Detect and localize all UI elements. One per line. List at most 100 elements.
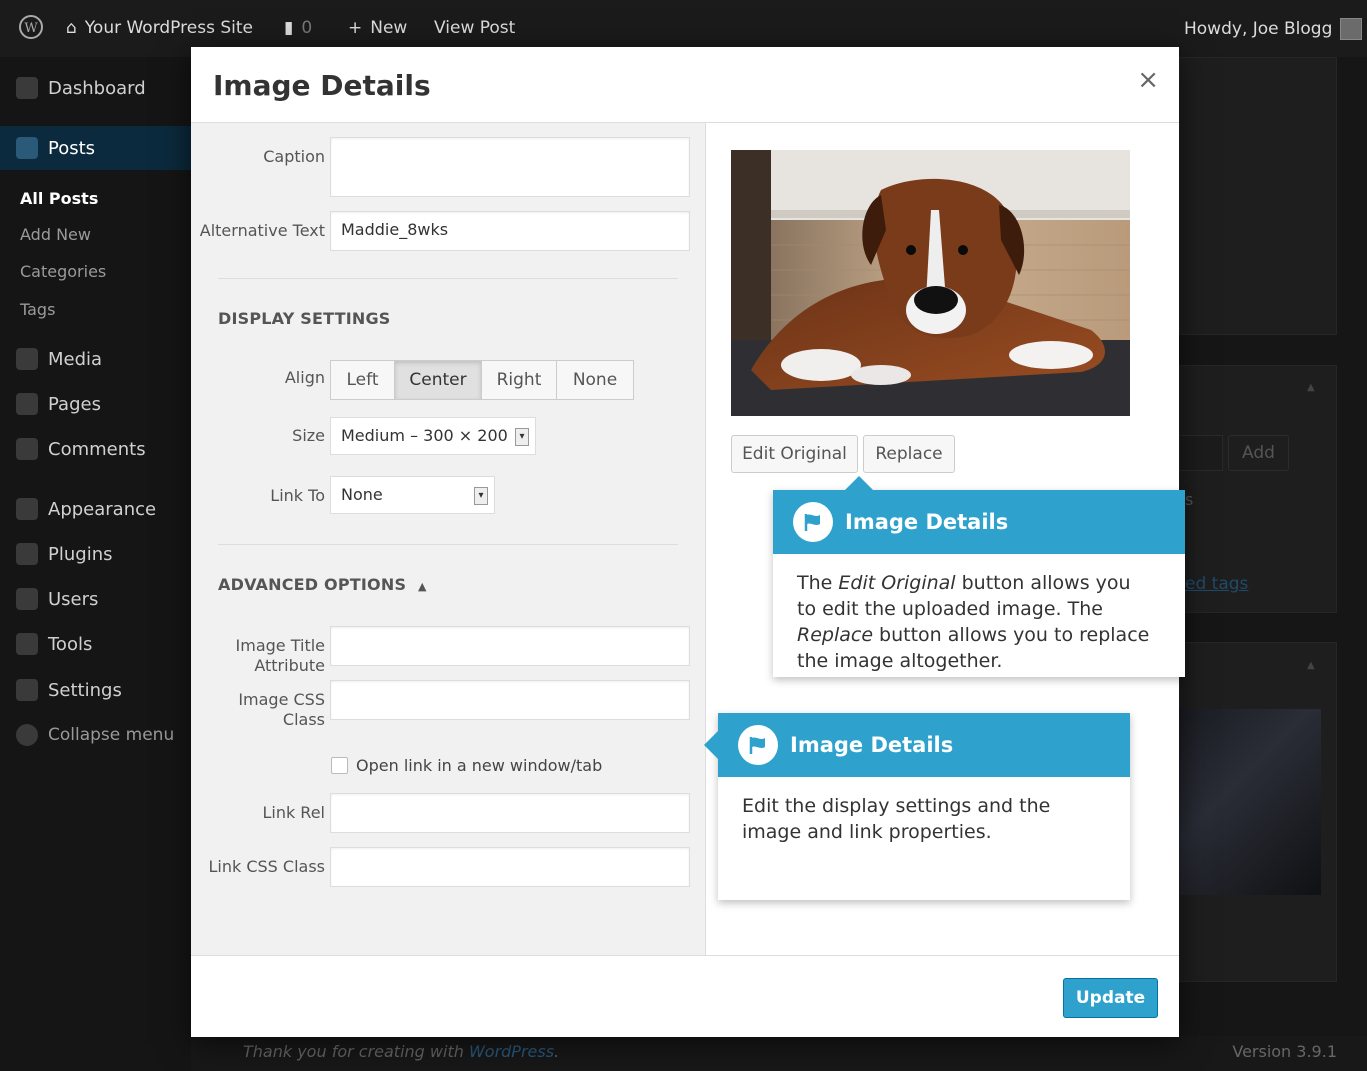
view-post-link[interactable]: View Post: [434, 18, 515, 38]
image-css-label: Image CSS Class: [238, 690, 325, 729]
background-add-button: Add: [1228, 435, 1289, 471]
align-right-button[interactable]: Right: [481, 360, 557, 400]
align-none-button[interactable]: None: [556, 360, 634, 400]
collapse-icon: [16, 724, 38, 746]
settings-icon: [16, 679, 38, 701]
dashboard-icon: [16, 77, 38, 99]
plus-icon: +: [348, 18, 363, 38]
link-to-label: Link To: [270, 486, 325, 505]
sidebar-item-dashboard[interactable]: Dashboard: [0, 66, 191, 110]
sidebar-item-appearance[interactable]: Appearance: [0, 487, 191, 531]
divider: [218, 278, 678, 279]
new-window-checkbox[interactable]: [331, 757, 348, 774]
media-icon: [16, 348, 38, 370]
align-center-button[interactable]: Center: [394, 360, 482, 400]
modal-title: Image Details: [213, 69, 431, 102]
comments-link[interactable]: ▮ 0: [284, 18, 312, 38]
version-text: Version 3.9.1: [1232, 1042, 1337, 1061]
pointer-arrow-icon: [845, 476, 873, 490]
sidebar-item-users[interactable]: Users: [0, 577, 191, 621]
site-name-link[interactable]: ⌂ Your WordPress Site: [66, 18, 253, 38]
background-input: [1179, 435, 1223, 471]
collapse-menu-button[interactable]: Collapse menu: [0, 713, 191, 757]
sidebar-item-tools[interactable]: Tools: [0, 622, 191, 666]
wordpress-link[interactable]: WordPress: [469, 1042, 554, 1061]
comments-icon: [16, 438, 38, 460]
submenu-add-new[interactable]: Add New: [20, 225, 91, 244]
link-rel-field[interactable]: [330, 793, 690, 833]
image-css-field[interactable]: [330, 680, 690, 720]
background-content: Add s ed tags ▲ ▲: [1179, 57, 1367, 1071]
link-to-select[interactable]: None ▾: [330, 476, 495, 514]
background-text: s: [1185, 490, 1194, 509]
replace-button[interactable]: Replace: [863, 435, 955, 473]
new-window-label: Open link in a new window/tab: [356, 756, 603, 775]
wordpress-logo-icon[interactable]: W: [18, 14, 44, 40]
link-rel-label: Link Rel: [262, 803, 325, 822]
admin-sidebar: Dashboard Posts All Posts Add New Catego…: [0, 57, 191, 1071]
caption-field[interactable]: [330, 137, 690, 197]
plug-icon: [16, 543, 38, 565]
background-panel: [1179, 57, 1337, 335]
sidebar-item-comments[interactable]: Comments: [0, 427, 191, 471]
avatar: [1340, 18, 1363, 40]
update-button[interactable]: Update: [1063, 978, 1158, 1018]
users-icon: [16, 588, 38, 610]
toggle-arrow-icon: ▲: [1307, 382, 1315, 393]
background-tags-link: ed tags: [1185, 574, 1249, 594]
help-pointer-top: Image Details The Edit Original button a…: [773, 476, 1185, 677]
sidebar-item-plugins[interactable]: Plugins: [0, 532, 191, 576]
align-label: Align: [284, 368, 325, 387]
caret-up-icon: ▲: [417, 580, 427, 593]
image-preview: [731, 150, 1130, 416]
edit-original-button[interactable]: Edit Original: [731, 435, 858, 473]
image-details-modal: Image Details × Caption Alternative Text…: [191, 47, 1185, 1037]
modal-header: Image Details ×: [191, 47, 1179, 123]
account-menu[interactable]: Howdy, Joe Blogg: [1184, 18, 1363, 40]
svg-text:W: W: [24, 21, 38, 36]
flag-icon: [738, 725, 778, 765]
dropdown-arrow-icon: ▾: [515, 428, 529, 446]
alt-text-label: Alternative Text: [199, 221, 325, 240]
image-title-label: Image Title Attribute: [235, 636, 325, 675]
sidebar-item-posts[interactable]: Posts: [0, 126, 191, 170]
admin-footer: Thank you for creating with WordPress. V…: [191, 1036, 1367, 1071]
close-icon[interactable]: ×: [1137, 65, 1159, 95]
toggle-arrow-icon: ▲: [1307, 660, 1315, 671]
caption-label: Caption: [263, 147, 325, 166]
pointer-body: The Edit Original button allows you to e…: [797, 572, 1150, 672]
link-css-field[interactable]: [330, 847, 690, 887]
wrench-icon: [16, 633, 38, 655]
align-button-group: Left Center Right None: [330, 360, 634, 400]
alt-text-field[interactable]: Maddie_8wks: [330, 211, 690, 251]
sidebar-item-settings[interactable]: Settings: [0, 668, 191, 712]
comment-bubble-icon: ▮: [284, 18, 294, 38]
pointer-body: Edit the display settings and the image …: [742, 795, 1051, 843]
submenu-categories[interactable]: Categories: [20, 262, 106, 281]
new-content-link[interactable]: + New: [348, 18, 407, 38]
help-pointer-bottom: Image Details Edit the display settings …: [704, 713, 1130, 900]
brush-icon: [16, 498, 38, 520]
size-label: Size: [292, 426, 325, 445]
pointer-header: Image Details: [718, 713, 1130, 777]
advanced-options-toggle[interactable]: ADVANCED OPTIONS ▲: [218, 575, 427, 594]
submenu-all-posts[interactable]: All Posts: [20, 189, 98, 208]
pin-icon: [16, 137, 38, 159]
pointer-header: Image Details: [773, 490, 1185, 554]
size-select[interactable]: Medium – 300 × 200 ▾: [330, 417, 536, 455]
display-settings-heading: DISPLAY SETTINGS: [218, 309, 391, 328]
dropdown-arrow-icon: ▾: [474, 487, 488, 505]
pointer-arrow-icon: [704, 731, 718, 759]
modal-footer: Update: [191, 955, 1179, 1037]
home-icon: ⌂: [66, 18, 77, 38]
submenu-tags[interactable]: Tags: [20, 300, 55, 319]
flag-icon: [793, 502, 833, 542]
align-left-button[interactable]: Left: [330, 360, 395, 400]
image-title-field[interactable]: [330, 626, 690, 666]
settings-panel: Caption Alternative Text Maddie_8wks DIS…: [191, 123, 705, 955]
link-css-label: Link CSS Class: [208, 857, 325, 876]
sidebar-item-pages[interactable]: Pages: [0, 382, 191, 426]
background-image: [1179, 709, 1321, 895]
sidebar-item-media[interactable]: Media: [0, 337, 191, 381]
pages-icon: [16, 393, 38, 415]
